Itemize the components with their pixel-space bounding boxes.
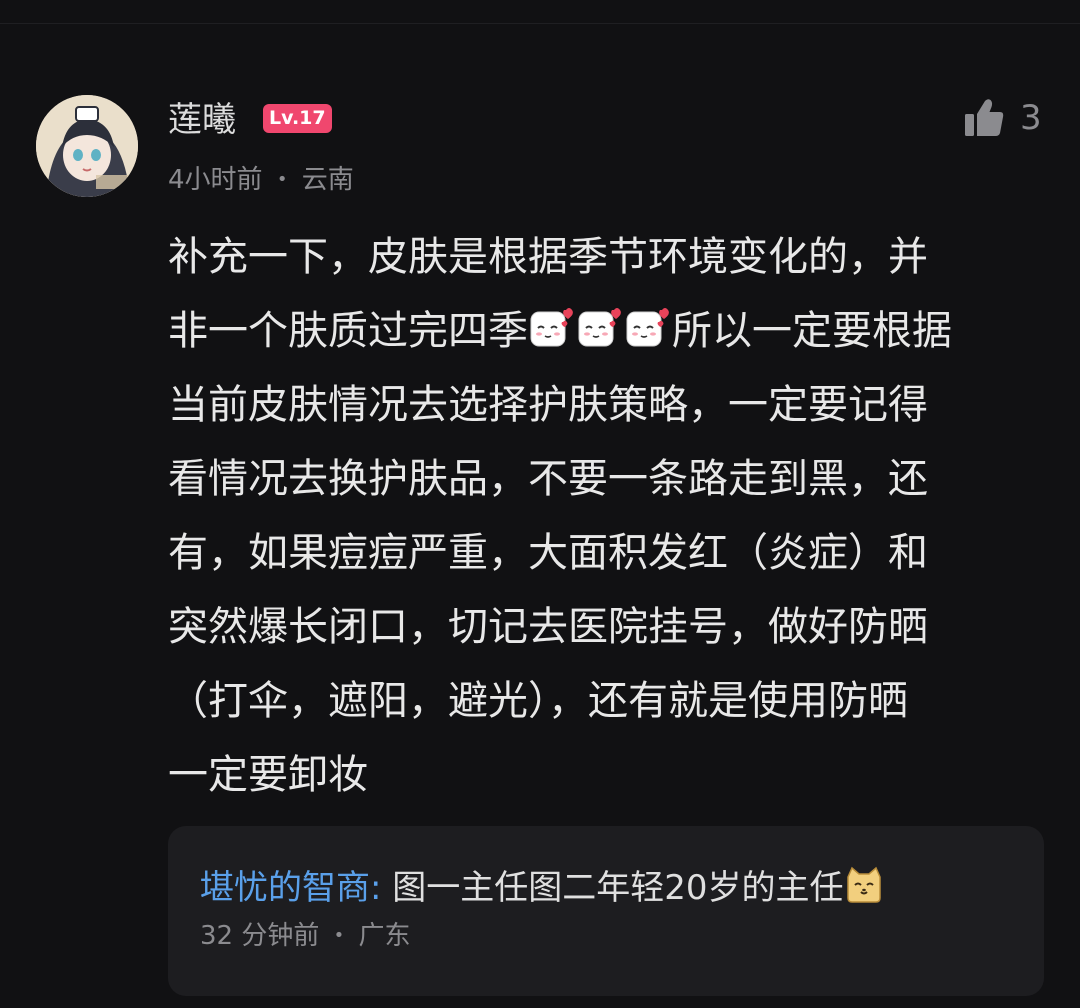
author-name[interactable]: 莲曦 [168,96,236,144]
blush-emoji-icon [626,308,669,347]
blush-emoji-icon [530,308,573,347]
reply-line: 堪忧的智商: 图一主任图二年轻20岁的主任 [200,864,884,912]
reply-time: 32 分钟前 [200,921,320,951]
reply-card[interactable]: 堪忧的智商: 图一主任图二年轻20岁的主任 32 分钟前 • 广东 [168,826,1044,996]
comment-meta: 4小时前 • 云南 [168,162,354,198]
comment-body: 补充一下，皮肤是根据季节环境变化的，并 非一个肤质过完四季 所以一定要根据 当前皮… [168,220,1048,812]
reply-separator: : [370,868,382,908]
comment-location: 云南 [301,165,354,195]
blush-emoji-icon [578,308,621,347]
avatar[interactable] [36,95,138,197]
top-divider [0,23,1080,24]
cat-emoji-icon [846,866,881,903]
reply-meta: 32 分钟前 • 广东 [200,918,411,954]
reply-author[interactable]: 堪忧的智商 [200,868,370,908]
reply-text: 图一主任图二年轻20岁的主任 [381,868,844,908]
comment-time: 4小时前 [168,165,263,195]
reply-location: 广东 [358,921,411,951]
reply-meta-separator: • [333,925,345,946]
avatar-illustration [36,95,138,197]
comment-text-part-2: 所以一定要根据 当前皮肤情况去选择护肤策略，一定要记得 看情况去换护肤品，不要一… [168,308,952,798]
meta-separator: • [276,169,288,190]
like-count: 3 [1020,98,1042,138]
thumbs-up-icon[interactable] [962,96,1006,140]
level-badge: Lv.17 [263,104,332,133]
like-button[interactable]: 3 [962,95,1042,141]
